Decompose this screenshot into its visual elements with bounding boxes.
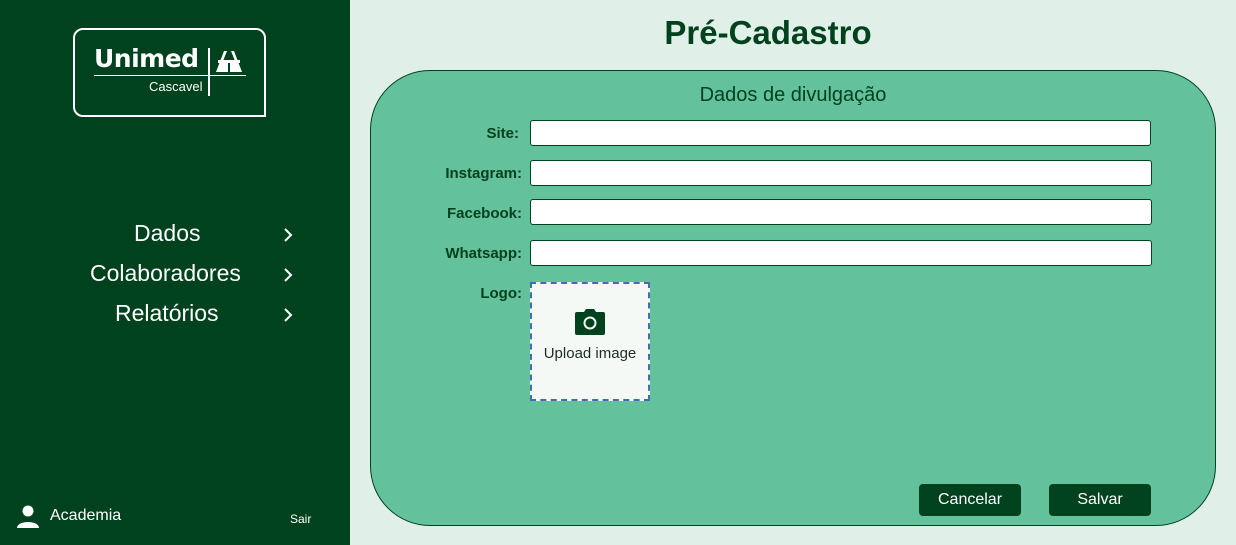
unimed-trees-icon bbox=[216, 51, 242, 72]
section-title: Dados de divulgação bbox=[699, 84, 887, 106]
nav-item-colaboradores[interactable]: Colaboradores bbox=[0, 254, 350, 294]
user-icon bbox=[17, 505, 39, 528]
logo-underline bbox=[94, 75, 246, 76]
logo-label: Logo: bbox=[480, 285, 522, 302]
instagram-input[interactable] bbox=[530, 160, 1152, 186]
nav-item-dados[interactable]: Dados bbox=[0, 214, 350, 254]
nav-item-label: Relatórios bbox=[115, 300, 219, 326]
logout-link[interactable]: Sair bbox=[290, 513, 311, 525]
site-label: Site: bbox=[486, 125, 519, 142]
page-title: Pré-Cadastro bbox=[664, 14, 872, 51]
whatsapp-label: Whatsapp: bbox=[445, 245, 522, 262]
logo-city-text: Cascavel bbox=[149, 79, 203, 94]
chevron-right-icon bbox=[284, 228, 293, 242]
sidebar: Unimed Cascavel Dados Colaboradores Rela… bbox=[0, 0, 350, 545]
camera-icon bbox=[575, 309, 605, 335]
unimed-logo: Unimed Cascavel bbox=[73, 28, 266, 117]
upload-image-dropzone[interactable]: Upload image bbox=[530, 282, 650, 401]
upload-image-label: Upload image bbox=[543, 345, 637, 362]
nav-item-label: Dados bbox=[134, 220, 201, 246]
chevron-right-icon bbox=[284, 268, 293, 282]
form-card: Dados de divulgação Site: Instagram: Fac… bbox=[370, 70, 1216, 526]
user-name: Academia bbox=[50, 507, 122, 524]
whatsapp-input[interactable] bbox=[530, 240, 1152, 266]
page-title-wrap: Pré-Cadastro bbox=[350, 16, 1236, 49]
save-button[interactable]: Salvar bbox=[1049, 484, 1151, 516]
facebook-input[interactable] bbox=[530, 199, 1152, 225]
nav-item-label: Colaboradores bbox=[90, 260, 241, 286]
site-input[interactable] bbox=[530, 120, 1151, 146]
cancel-button[interactable]: Cancelar bbox=[919, 484, 1021, 516]
facebook-label: Facebook: bbox=[446, 205, 522, 222]
logo-divider bbox=[208, 48, 210, 96]
nav-item-relatorios[interactable]: Relatórios bbox=[0, 294, 350, 334]
chevron-right-icon bbox=[284, 308, 293, 322]
instagram-label: Instagram: bbox=[445, 165, 522, 182]
logo-brand-text: Unimed bbox=[94, 44, 199, 73]
